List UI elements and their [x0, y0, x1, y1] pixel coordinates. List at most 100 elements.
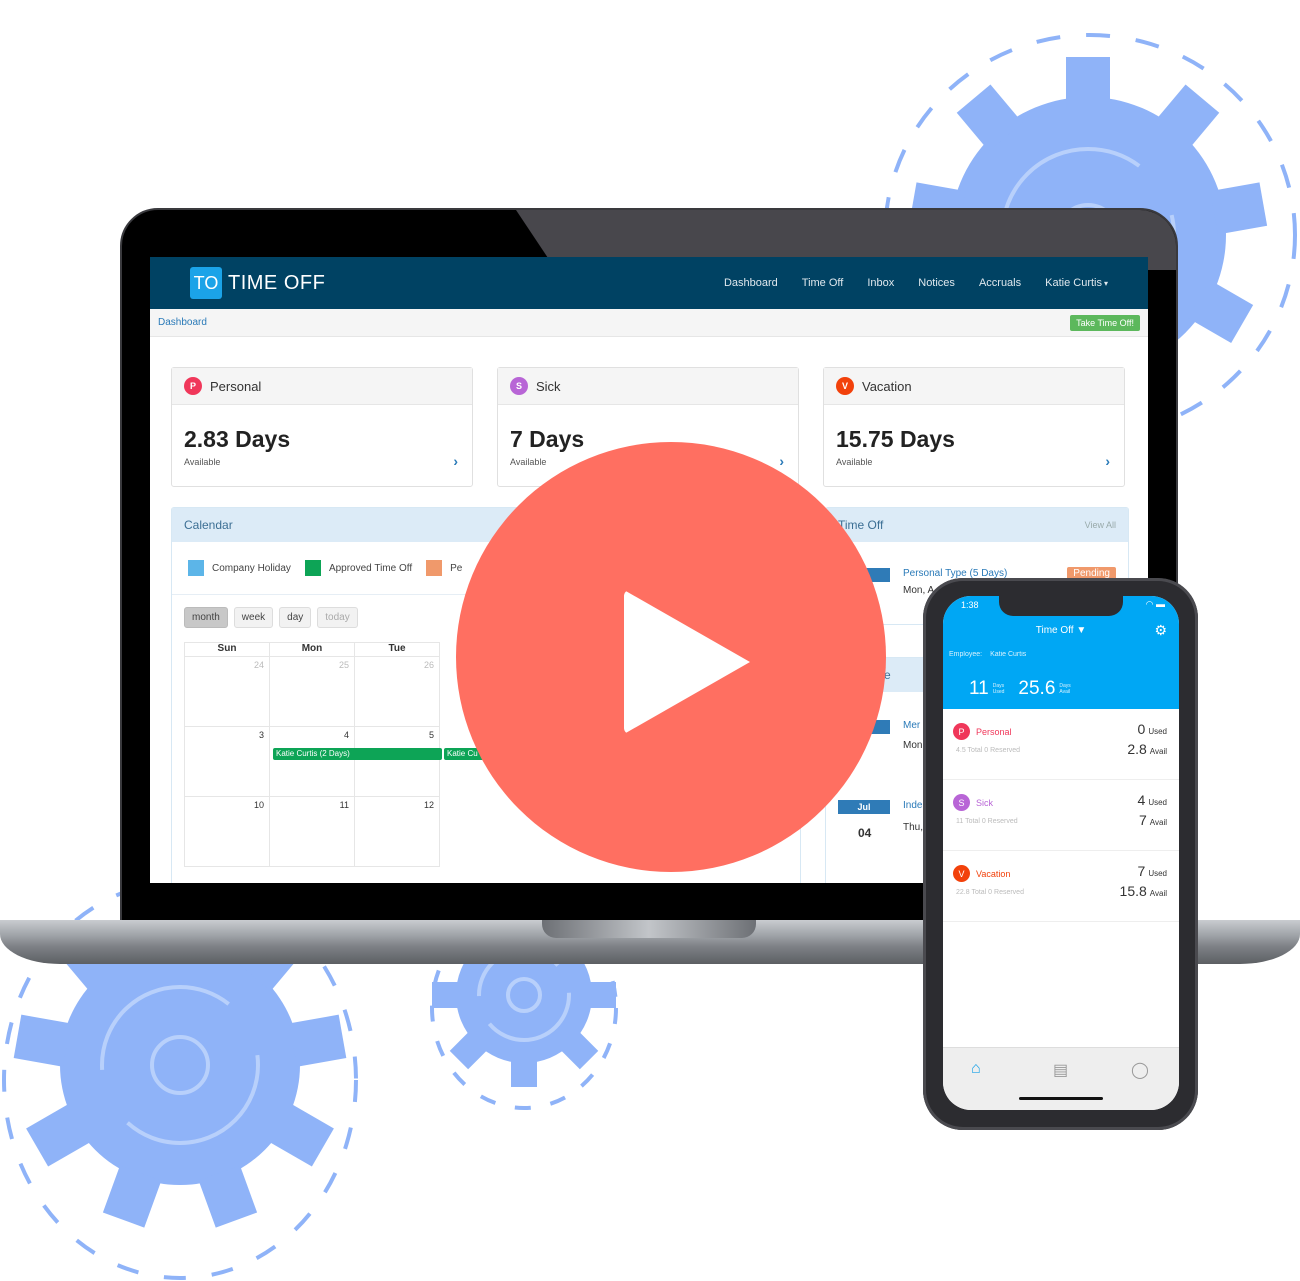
- card-header: P Personal: [172, 368, 472, 405]
- day-of-week: Sun: [184, 642, 270, 657]
- mobile-row-personal[interactable]: P Personal 4.5 Total 0 Reserved 0 Used 2.…: [943, 709, 1179, 780]
- row-meta: 11 Total 0 Reserved: [956, 818, 1018, 825]
- event-day: 04: [858, 826, 872, 840]
- row-type: Vacation: [976, 869, 1011, 879]
- nav-accruals[interactable]: Accruals: [979, 277, 1021, 289]
- days-avail-value: 25.6: [1018, 678, 1056, 699]
- legend-label: Pe: [450, 562, 463, 574]
- sick-badge-icon: S: [510, 377, 528, 395]
- calendar-day[interactable]: 24: [184, 656, 270, 727]
- personal-badge-icon: P: [953, 723, 970, 740]
- home-indicator: [1019, 1097, 1103, 1100]
- calendar-header-row: Sun Mon Tue: [184, 642, 440, 657]
- notes-icon[interactable]: ▤: [1053, 1060, 1068, 1080]
- play-video-button[interactable]: [456, 442, 886, 872]
- legend-approved: Approved Time Off: [304, 560, 412, 576]
- row-avail: 2.8 Avail: [1127, 741, 1167, 757]
- chevron-right-icon[interactable]: ›: [779, 453, 784, 469]
- play-icon: [624, 590, 750, 734]
- time-off-panel-header: Time Off View All: [826, 508, 1128, 542]
- row-avail: 15.8 Avail: [1119, 883, 1167, 899]
- take-time-off-button[interactable]: Take Time Off!: [1070, 314, 1140, 331]
- breadcrumb-bar: Dashboard Take Time Off!: [150, 309, 1148, 337]
- nav-notices[interactable]: Notices: [918, 277, 955, 289]
- employee-name: Katie Curtis: [990, 651, 1027, 658]
- card-type: Vacation: [862, 378, 912, 394]
- laptop-hinge-notch: [542, 920, 756, 938]
- caret-down-icon: ▾: [1103, 279, 1108, 288]
- nav-time-off[interactable]: Time Off: [802, 277, 844, 289]
- mobile-header: 1:38 ◠ ▬ Time Off ▼ ⚙ Employee: Katie Cur…: [943, 596, 1179, 709]
- days-avail-label: Days Avail: [1059, 683, 1071, 695]
- sick-badge-icon: S: [953, 794, 970, 811]
- calendar-event[interactable]: Katie Curtis (2 Days): [273, 748, 442, 760]
- days-used-value: 11: [969, 678, 989, 699]
- calendar-day[interactable]: 11: [269, 796, 355, 867]
- row-type: Personal: [976, 727, 1012, 737]
- gear-icon[interactable]: ⚙: [1154, 622, 1167, 639]
- calendar-day[interactable]: 4: [269, 726, 355, 797]
- card-subtitle: Available: [510, 457, 547, 467]
- mobile-summary-stats: 11 Days Used 25.6 Days Avail: [969, 678, 1081, 700]
- home-icon[interactable]: ⌂: [971, 1060, 981, 1078]
- row-used: 0 Used: [1137, 721, 1167, 737]
- calendar-day[interactable]: 26: [354, 656, 440, 727]
- app-logo[interactable]: TO TIME OFF: [190, 267, 325, 299]
- calendar-day[interactable]: 5: [354, 726, 440, 797]
- view-all-link[interactable]: View All: [1085, 520, 1116, 530]
- calendar-week: 10 11 12: [184, 796, 440, 867]
- today-button[interactable]: today: [317, 607, 358, 628]
- swatch-icon: [188, 560, 204, 576]
- calendar-week: 24 25 26: [184, 656, 440, 727]
- chevron-right-icon[interactable]: ›: [1105, 453, 1110, 469]
- card-value: 2.83 Days: [184, 426, 291, 452]
- card-type: Personal: [210, 378, 262, 394]
- legend-pending: Pe: [426, 560, 462, 576]
- balance-card-vacation[interactable]: V Vacation 15.75 Days Available ›: [823, 367, 1125, 487]
- view-month-button[interactable]: month: [184, 607, 228, 628]
- view-week-button[interactable]: week: [233, 607, 274, 628]
- top-navbar: TO TIME OFF Dashboard Time Off Inbox Not…: [150, 257, 1148, 309]
- breadcrumb-dashboard[interactable]: Dashboard: [158, 317, 207, 328]
- row-used: 4 Used: [1137, 792, 1167, 808]
- card-header: S Sick: [498, 368, 798, 405]
- nav-inbox[interactable]: Inbox: [867, 277, 894, 289]
- personal-badge-icon: P: [184, 377, 202, 395]
- row-meta: 22.8 Total 0 Reserved: [956, 889, 1024, 896]
- calendar-week: 3 4 5: [184, 726, 440, 797]
- row-meta: 4.5 Total 0 Reserved: [956, 747, 1021, 754]
- vacation-badge-icon: V: [953, 865, 970, 882]
- row-used: 7 Used: [1137, 863, 1167, 879]
- logo-mark-icon: TO: [190, 267, 222, 299]
- card-type: Sick: [536, 378, 561, 394]
- card-header: V Vacation: [824, 368, 1124, 405]
- calendar-title: Calendar: [184, 518, 233, 532]
- calendar-day[interactable]: 10: [184, 796, 270, 867]
- mobile-title-dropdown[interactable]: Time Off ▼: [943, 625, 1179, 636]
- legend-label: Company Holiday: [212, 562, 291, 574]
- view-day-button[interactable]: day: [279, 607, 312, 628]
- wifi-battery-icon: ◠ ▬: [1145, 599, 1165, 609]
- event-date: Mon: [903, 740, 923, 751]
- event-date: Thu,: [903, 822, 924, 833]
- event-title-link[interactable]: Inde: [903, 800, 922, 811]
- card-value: 7 Days: [510, 426, 585, 452]
- mobile-row-vacation[interactable]: V Vacation 22.8 Total 0 Reserved 7 Used 1…: [943, 851, 1179, 922]
- mobile-row-sick[interactable]: S Sick 11 Total 0 Reserved 4 Used 7 Avail: [943, 780, 1179, 851]
- day-of-week: Tue: [354, 642, 440, 657]
- swatch-icon: [426, 560, 443, 576]
- nav-dashboard[interactable]: Dashboard: [724, 277, 778, 289]
- event-title-link[interactable]: Mer: [903, 720, 920, 731]
- balance-card-personal[interactable]: P Personal 2.83 Days Available ›: [171, 367, 473, 487]
- event-month-badge: Jul: [838, 800, 890, 814]
- profile-icon[interactable]: ◯: [1131, 1060, 1149, 1080]
- calendar-day[interactable]: 3: [184, 726, 270, 797]
- calendar-day[interactable]: 12: [354, 796, 440, 867]
- chevron-right-icon[interactable]: ›: [453, 453, 458, 469]
- nav-user-menu[interactable]: Katie Curtis ▾: [1045, 277, 1108, 289]
- user-name: Katie Curtis: [1045, 277, 1102, 289]
- calendar-day[interactable]: 25: [269, 656, 355, 727]
- row-avail: 7 Avail: [1139, 812, 1167, 828]
- card-value: 15.75 Days: [836, 426, 955, 452]
- day-of-week: Mon: [269, 642, 355, 657]
